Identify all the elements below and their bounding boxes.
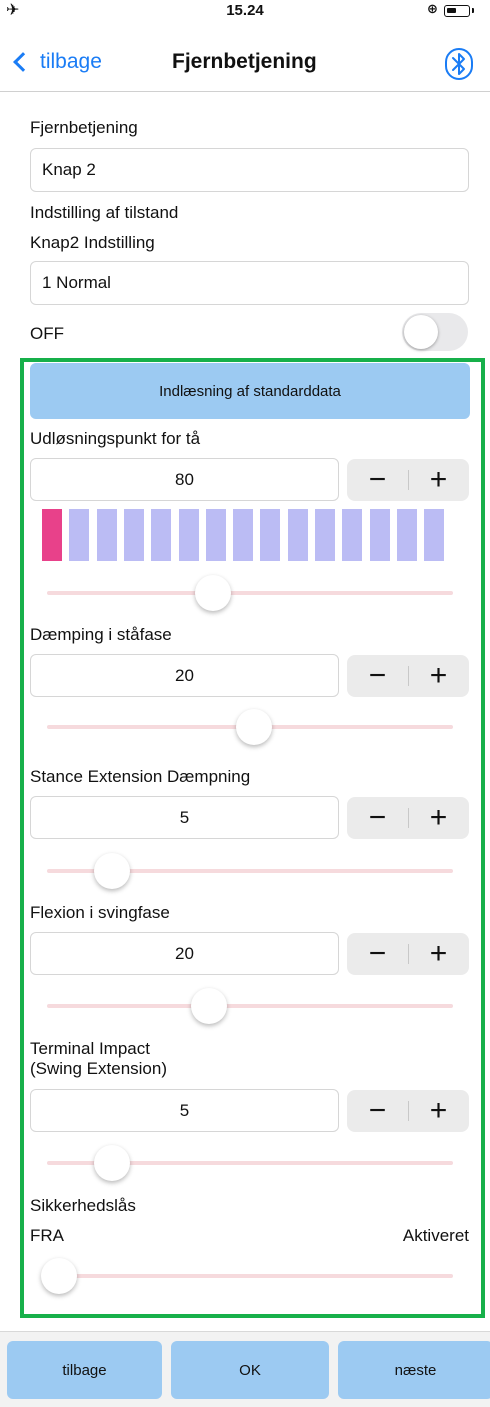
rotation-lock-icon: ⊕ [427, 1, 438, 16]
battery-icon [444, 5, 470, 17]
setting-label: Terminal Impact (Swing Extension) [30, 1039, 168, 1078]
status-time: 15.24 [226, 2, 264, 19]
setting-label: Stance Extension Dæmpning [30, 767, 251, 786]
stepper: − + [347, 797, 469, 839]
safety-lock-on-label: Aktiveret [402, 1226, 469, 1245]
level-bar-segment [424, 509, 444, 561]
page-title: Fjernbetjening [172, 50, 317, 73]
slider-track [47, 1004, 453, 1008]
slider-thumb[interactable] [94, 853, 130, 889]
remote-field[interactable]: Knap 2 [30, 148, 469, 192]
setting-label: Udløsningspunkt for tå [30, 429, 201, 448]
increment-button[interactable]: + [408, 1090, 469, 1132]
status-bar: ✈ 15.24 ⊕ [0, 0, 490, 22]
battery-tip [472, 8, 474, 13]
back-link[interactable]: tilbage [12, 50, 102, 74]
stepper: − + [347, 1090, 469, 1132]
level-bar-segment [370, 509, 390, 561]
decrement-button[interactable]: − [347, 933, 408, 975]
back-label: tilbage [40, 50, 102, 73]
level-bar-segment [206, 509, 226, 561]
setting-value-field[interactable]: 80 [30, 458, 339, 501]
level-bar-segment [397, 509, 417, 561]
slider-track [47, 591, 453, 595]
next-button[interactable]: næste [338, 1341, 490, 1399]
decrement-button[interactable]: − [347, 797, 408, 839]
remote-label: Fjernbetjening [30, 118, 138, 137]
decrement-button[interactable]: − [347, 1090, 408, 1132]
mode-section-label: Indstilling af tilstand [30, 203, 179, 222]
back-button[interactable]: tilbage [7, 1341, 162, 1399]
setting-value-field[interactable]: 20 [30, 654, 339, 697]
level-bar-segment [342, 509, 362, 561]
increment-button[interactable]: + [408, 933, 469, 975]
load-defaults-button[interactable]: Indlæsning af standarddata [30, 363, 470, 419]
level-bar-segment [42, 509, 62, 561]
nav-bar: tilbage Fjernbetjening [0, 22, 490, 92]
bluetooth-icon[interactable] [445, 48, 473, 80]
level-bar-segment [124, 509, 144, 561]
off-toggle[interactable] [402, 313, 468, 351]
ok-button[interactable]: OK [171, 1341, 329, 1399]
toggle-label: OFF [30, 324, 64, 343]
safety-lock-off-label: FRA [30, 1226, 64, 1245]
mode-field[interactable]: 1 Normal [30, 261, 469, 305]
level-bar-segment [151, 509, 171, 561]
setting-value-field[interactable]: 5 [30, 1089, 339, 1132]
toggle-knob [404, 315, 438, 349]
level-bar-segment [288, 509, 308, 561]
chevron-left-icon [13, 52, 33, 72]
mode-label: Knap2 Indstilling [30, 233, 155, 252]
level-bar-segment [69, 509, 89, 561]
setting-value-field[interactable]: 20 [30, 932, 339, 975]
decrement-button[interactable]: − [347, 459, 408, 501]
safety-lock-slider-thumb[interactable] [41, 1258, 77, 1294]
level-bar-segment [315, 509, 335, 561]
decrement-button[interactable]: − [347, 655, 408, 697]
increment-button[interactable]: + [408, 459, 469, 501]
setting-label: Dæmping i ståfase [30, 625, 172, 644]
increment-button[interactable]: + [408, 797, 469, 839]
stepper: − + [347, 933, 469, 975]
slider-track [47, 1274, 453, 1278]
setting-label: Flexion i svingfase [30, 903, 170, 922]
level-bar-segment [97, 509, 117, 561]
level-bar-segment [233, 509, 253, 561]
slider-thumb[interactable] [195, 575, 231, 611]
increment-button[interactable]: + [408, 655, 469, 697]
slider-thumb[interactable] [191, 988, 227, 1024]
stepper: − + [347, 459, 469, 501]
safety-lock-label: Sikkerhedslås [30, 1196, 136, 1215]
slider-thumb[interactable] [236, 709, 272, 745]
slider-thumb[interactable] [94, 1145, 130, 1181]
stepper: − + [347, 655, 469, 697]
setting-value-field[interactable]: 5 [30, 796, 339, 839]
level-bar-segment [179, 509, 199, 561]
level-bar-segment [260, 509, 280, 561]
